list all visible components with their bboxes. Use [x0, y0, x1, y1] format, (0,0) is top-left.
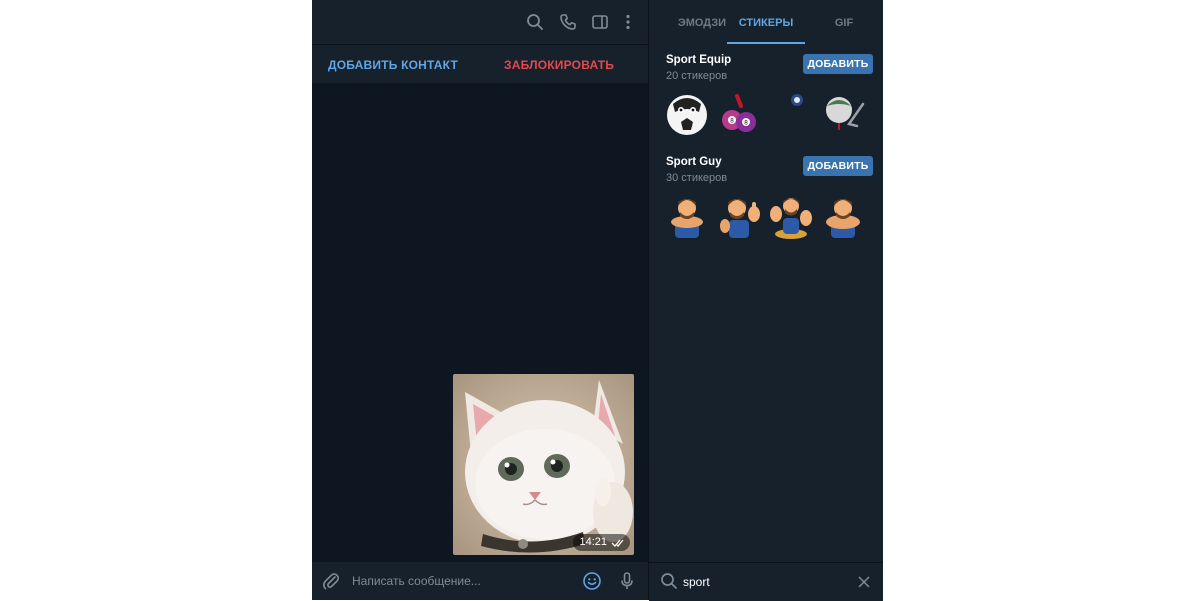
sticker-panel: ЭМОДЗИ СТИКЕРЫ GIF Sport Equip 20 стикер…: [648, 0, 883, 601]
sticker-search-bar: [649, 562, 883, 601]
message-composer: [312, 562, 648, 600]
tab-stickers[interactable]: СТИКЕРЫ: [727, 0, 805, 44]
message-timestamp: 14:21: [573, 534, 630, 551]
sticker-soccer-ball[interactable]: [663, 90, 711, 138]
chat-pane: ДОБАВИТЬ КОНТАКТ ЗАБЛОКИРОВАТЬ 14:21 Нап…: [312, 0, 648, 600]
sticker-pack-count: 30 стикеров: [666, 172, 728, 184]
sticker-pack-title: Sport Equip: [666, 54, 732, 66]
sticker-sport-guy-flexing[interactable]: [767, 192, 815, 240]
search-icon[interactable]: [525, 12, 545, 32]
sticker-sport-guy-arms-crossed[interactable]: [663, 192, 711, 240]
svg-text:8: 8: [744, 120, 748, 127]
paperclip-icon[interactable]: [321, 571, 341, 591]
search-icon: [660, 572, 678, 590]
message-list[interactable]: 14:21: [312, 83, 648, 562]
smile-icon[interactable]: [582, 571, 602, 591]
sticker-sport-guy-thumbs-up[interactable]: [715, 192, 763, 240]
contact-action-bar: ДОБАВИТЬ КОНТАКТ ЗАБЛОКИРОВАТЬ: [312, 45, 648, 83]
sticker-golf-ball[interactable]: [819, 90, 867, 138]
sticker-pack-count: 20 стикеров: [666, 70, 728, 82]
sidebar-toggle-icon[interactable]: [590, 12, 610, 32]
more-vertical-icon[interactable]: [618, 12, 638, 32]
sticker-sport-guy-standing[interactable]: [819, 192, 867, 240]
phone-icon[interactable]: [558, 12, 578, 32]
sticker-search-input[interactable]: [683, 573, 843, 591]
microphone-icon[interactable]: [617, 571, 637, 591]
add-contact-button[interactable]: ДОБАВИТЬ КОНТАКТ: [328, 58, 458, 72]
message-time-text: 14:21: [579, 536, 607, 548]
telegram-window: ДОБАВИТЬ КОНТАКТ ЗАБЛОКИРОВАТЬ 14:21 Нап…: [312, 0, 883, 601]
block-user-button[interactable]: ЗАБЛОКИРОВАТЬ: [504, 58, 614, 72]
sticker-pack-title: Sport Guy: [666, 156, 722, 168]
close-icon[interactable]: [858, 575, 870, 588]
sticker-pack: Sport Equip 20 стикеров ДОБАВИТЬ 88: [649, 52, 883, 152]
sticker-pack: Sport Guy 30 стикеров ДОБАВИТЬ: [649, 154, 883, 254]
cat-sticker-message[interactable]: 14:21: [453, 374, 634, 555]
sticker-billiard-balls[interactable]: 88: [715, 90, 763, 138]
message-input[interactable]: [352, 572, 572, 590]
sticker-panel-tabs: ЭМОДЗИ СТИКЕРЫ GIF: [649, 0, 883, 44]
chat-header: [312, 0, 648, 45]
add-sticker-pack-button[interactable]: ДОБАВИТЬ: [803, 54, 873, 74]
tab-gif[interactable]: GIF: [809, 0, 879, 44]
add-sticker-pack-button[interactable]: ДОБАВИТЬ: [803, 156, 873, 176]
sticker-small-ball[interactable]: [767, 90, 815, 138]
svg-text:8: 8: [730, 118, 734, 125]
double-check-icon: [611, 538, 625, 548]
